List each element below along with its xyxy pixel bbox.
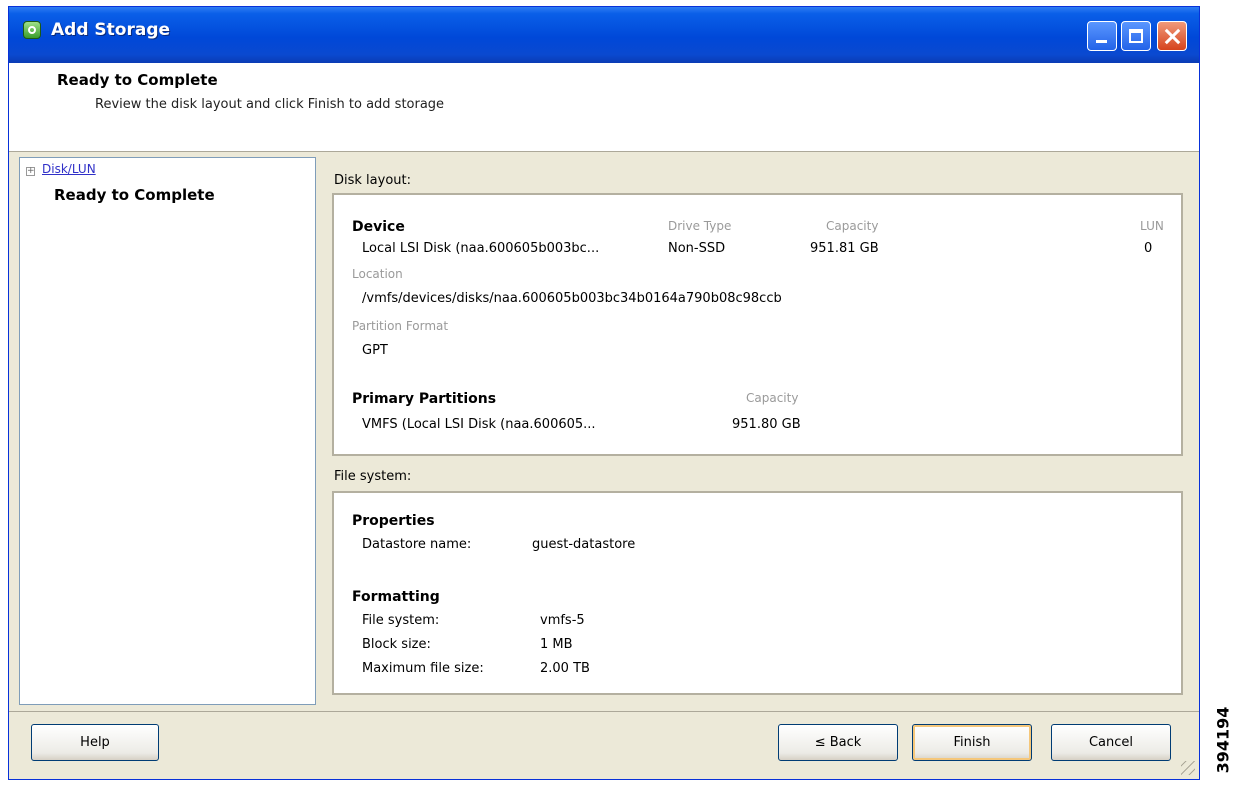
minimize-button[interactable] xyxy=(1087,21,1117,51)
drive-type-value: Non-SSD xyxy=(668,241,726,256)
max-file-size-label: Maximum file size: xyxy=(362,661,484,676)
cancel-button[interactable]: Cancel xyxy=(1051,724,1171,761)
capacity-value: 951.81 GB xyxy=(810,241,879,256)
partition-format-label: Partition Format xyxy=(352,319,449,333)
device-name: Local LSI Disk (naa.600605b003bc... xyxy=(362,241,600,256)
primary-partitions-heading: Primary Partitions xyxy=(352,391,497,407)
lun-value: 0 xyxy=(1144,241,1153,256)
help-button[interactable]: Help xyxy=(31,724,159,761)
app-icon xyxy=(23,21,41,39)
maximize-button[interactable] xyxy=(1121,21,1151,51)
block-size-value: 1 MB xyxy=(540,637,573,652)
resize-grip-icon[interactable] xyxy=(1181,761,1195,775)
device-heading: Device xyxy=(352,219,405,235)
properties-heading: Properties xyxy=(352,513,435,529)
file-system-type-value: vmfs-5 xyxy=(540,613,585,628)
formatting-heading: Formatting xyxy=(352,589,440,605)
lun-header: LUN xyxy=(1140,219,1164,233)
close-button[interactable] xyxy=(1157,21,1187,51)
disk-layout-panel: Device Drive Type Capacity LUN Local LSI… xyxy=(332,193,1183,456)
disk-layout-label: Disk layout: xyxy=(334,173,411,188)
footer-divider xyxy=(9,711,1199,712)
wizard-header: Ready to Complete Review the disk layout… xyxy=(9,63,1199,152)
header-subtitle: Review the disk layout and click Finish … xyxy=(95,97,445,112)
finish-button[interactable]: Finish xyxy=(912,724,1032,761)
partition-name: VMFS (Local LSI Disk (naa.600605... xyxy=(362,417,596,432)
file-system-panel: Properties Datastore name: guest-datasto… xyxy=(332,491,1183,695)
datastore-name-label: Datastore name: xyxy=(362,537,472,552)
capacity-header: Capacity xyxy=(826,219,879,233)
header-title: Ready to Complete xyxy=(57,71,218,89)
add-storage-window: Add Storage Ready to Complete Review the… xyxy=(8,6,1200,780)
block-size-label: Block size: xyxy=(362,637,431,652)
partition-capacity-header: Capacity xyxy=(746,391,799,405)
partition-capacity-value: 951.80 GB xyxy=(732,417,801,432)
figure-number-text: 394194 xyxy=(1213,706,1233,774)
expand-icon[interactable]: + xyxy=(26,167,35,176)
title-bar[interactable]: Add Storage xyxy=(9,7,1199,63)
max-file-size-value: 2.00 TB xyxy=(540,661,590,676)
file-system-label: File system: xyxy=(334,469,412,484)
location-label: Location xyxy=(352,267,403,281)
figure-number: 394194 xyxy=(1203,700,1243,780)
drive-type-header: Drive Type xyxy=(668,219,732,233)
nav-current-step: Ready to Complete xyxy=(54,186,215,204)
datastore-name-value: guest-datastore xyxy=(532,537,636,552)
window-title: Add Storage xyxy=(51,20,171,40)
partition-format-value: GPT xyxy=(362,343,388,358)
file-system-type-label: File system: xyxy=(362,613,440,628)
wizard-nav: + Disk/LUN Ready to Complete xyxy=(19,157,316,705)
location-value: /vmfs/devices/disks/naa.600605b003bc34b0… xyxy=(362,291,782,306)
nav-link-disk-lun[interactable]: Disk/LUN xyxy=(42,162,96,176)
back-button[interactable]: ≤ Back xyxy=(778,724,898,761)
